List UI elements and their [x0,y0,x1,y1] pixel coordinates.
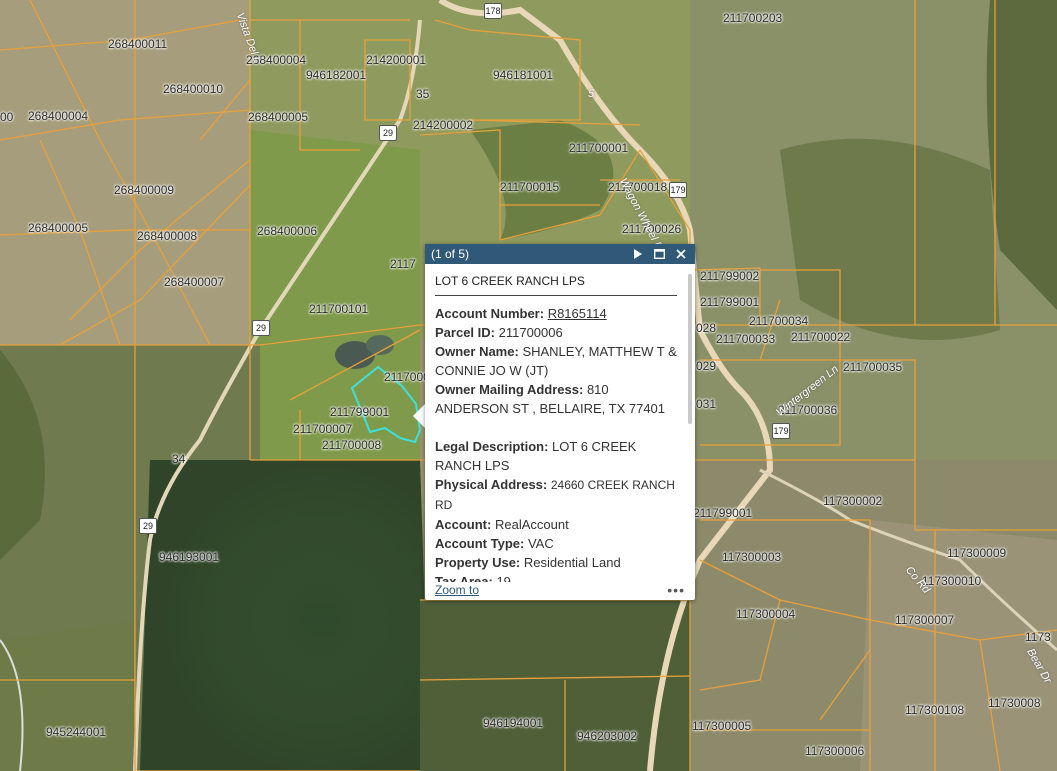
parcel-id-value: 211700006 [498,325,563,340]
parcel-label: 268400006 [257,224,318,238]
parcel-label: 211700035 [843,360,903,374]
highway-shield: 178 [484,3,502,19]
parcel-label: 117300002 [823,494,883,508]
parcel-label: 117300003 [722,550,782,564]
account-value: RealAccount [494,517,569,532]
road-number-label: 34 [172,452,186,466]
parcel-label: 117300006 [805,744,865,758]
parcel-label: 268400005 [248,110,309,124]
parcel-label: 211799001 [693,506,753,520]
parcel-label: 117300108 [905,703,965,717]
more-actions-button[interactable]: ••• [667,582,685,598]
parcel-label: 117300009 [947,546,1007,560]
field-label: Property Use: [435,555,521,570]
close-icon [676,249,686,259]
parcel-label: 2117000 [384,370,430,384]
parcel-label: 117300004 [736,607,796,621]
parcel-label: 1173 [1025,630,1051,644]
field-label: Parcel ID: [435,325,495,340]
parcel-label: 029 [696,359,717,373]
parcel-label: 268400005 [28,221,89,235]
parcel-label: 268400008 [137,229,198,243]
highway-shield: 179 [772,423,790,439]
parcel-label: 211799001 [330,405,390,419]
parcel-label: 028 [696,321,717,335]
parcel-label: 946181001 [493,68,554,82]
parcel-label: 11730008 [988,696,1041,710]
parcel-label: 211700007 [293,422,353,436]
tax-area-value: 19 [496,574,511,582]
parcel-label: 946203002 [577,729,638,743]
popup-footer: Zoom to ••• [435,582,685,598]
highway-shield: 29 [252,320,270,336]
parcel-label: 946193001 [159,550,220,564]
parcel-label: 211700101 [309,302,369,316]
parcel-label: 214200002 [413,118,474,132]
field-label: Account Number: [435,306,545,321]
parcel-label: 211799002 [700,269,760,283]
close-button[interactable] [673,246,689,262]
field-label: Physical Address: [435,477,548,492]
maximize-icon [653,249,665,259]
parcel-label: 117300005 [692,719,752,733]
parcel-label: 211700008 [322,438,382,452]
parcel-label: 268400007 [164,275,225,289]
field-label: Owner Name: [435,344,519,359]
play-icon [633,249,642,259]
maximize-button[interactable] [651,246,667,262]
parcel-label: 268400010 [163,82,224,96]
parcel-label: 117300007 [895,613,955,627]
feature-count: (1 of 5) [431,247,470,261]
account-type-value: VAC [527,536,554,551]
parcel-label: 214200001 [366,53,427,67]
map-view[interactable]: 268400011 268400004 946182001 214200001 … [0,0,1057,771]
parcel-label: 211700034 [749,314,809,328]
field-label: Legal Description: [435,439,549,454]
parcel-label: 211700001 [569,141,629,155]
highway-shield: 179 [669,182,687,198]
parcel-label: 211700033 [716,332,776,346]
parcel-info-popup: (1 of 5) LOT 6 CREEK RANCH LPS Account N… [425,244,695,600]
road-number-label: 35 [416,87,430,101]
field-label: Tax Area: [435,574,493,582]
parcel-label: 211700022 [791,330,851,344]
field-label: Account Type: [435,536,525,551]
parcel-label: 031 [696,397,717,411]
popup-title: LOT 6 CREEK RANCH LPS [435,272,677,296]
road-label: 5 [588,88,595,100]
highway-shield: 29 [379,125,397,141]
property-use-value: Residential Land [523,555,621,570]
highway-shield: 29 [139,518,157,534]
account-number-link[interactable]: R8165114 [548,306,607,321]
parcel-label: 00 [0,110,14,124]
parcel-label: 268400004 [28,109,89,123]
next-feature-button[interactable] [629,246,645,262]
parcel-label: 211799001 [700,295,760,309]
parcel-label: 211700015 [500,180,560,194]
attribute-list: Account Number: R8165114 Parcel ID: 2117… [435,296,677,582]
parcel-label: 946182001 [306,68,367,82]
parcel-label: 946194001 [483,716,544,730]
field-label: Owner Mailing Address: [435,382,584,397]
popup-scrollbar[interactable] [688,274,692,424]
popup-content[interactable]: LOT 6 CREEK RANCH LPS Account Number: R8… [425,264,687,582]
parcel-label: 945244001 [46,725,107,739]
parcel-label: 211700203 [723,11,783,25]
field-label: Account: [435,517,492,532]
parcel-label: 268400011 [108,37,168,51]
parcel-label: 2117 [390,257,416,271]
popup-header: (1 of 5) [425,244,695,264]
zoom-to-link[interactable]: Zoom to [435,583,667,597]
popup-pointer [413,404,425,428]
parcel-label: 268400009 [114,183,175,197]
